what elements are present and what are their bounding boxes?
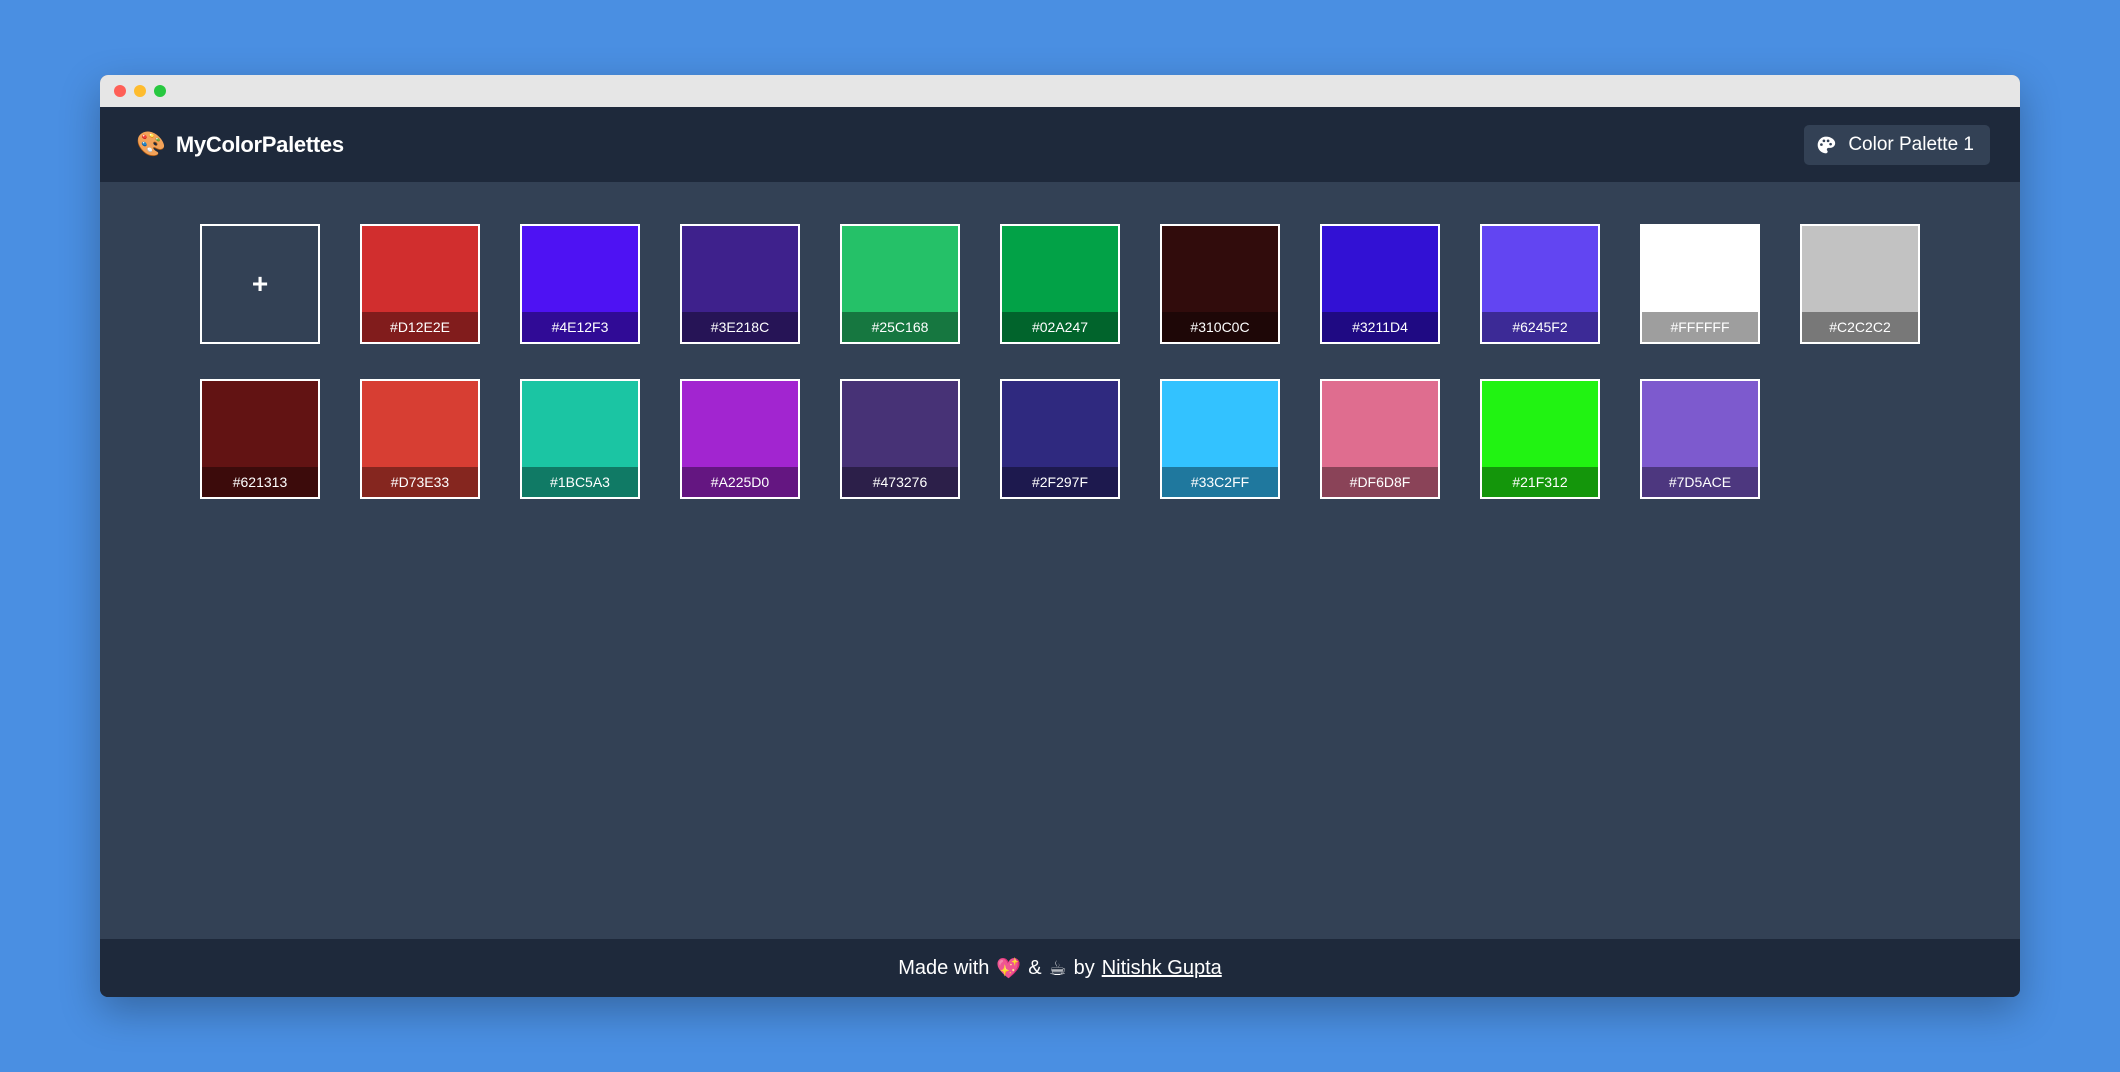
color-hex-label: #DF6D8F bbox=[1322, 467, 1438, 497]
color-hex-label: #473276 bbox=[842, 467, 958, 497]
coffee-icon: ☕ bbox=[1048, 957, 1067, 980]
color-swatch[interactable]: #7D5ACE bbox=[1640, 379, 1760, 499]
color-swatch[interactable]: #1BC5A3 bbox=[520, 379, 640, 499]
close-window-button[interactable] bbox=[114, 85, 126, 97]
palette-selector-label: Color Palette 1 bbox=[1848, 133, 1974, 155]
color-swatch[interactable]: #310C0C bbox=[1160, 224, 1280, 344]
navbar: 🎨 MyColorPalettes Color Palette 1 bbox=[100, 107, 2020, 182]
color-hex-label: #4E12F3 bbox=[522, 312, 638, 342]
color-swatch[interactable]: #D12E2E bbox=[360, 224, 480, 344]
author-link[interactable]: Nitishk Gupta bbox=[1102, 957, 1222, 980]
footer-by-text: by bbox=[1073, 956, 1095, 979]
heart-icon: 💖 bbox=[996, 957, 1022, 980]
color-hex-label: #25C168 bbox=[842, 312, 958, 342]
color-swatch[interactable]: #02A247 bbox=[1000, 224, 1120, 344]
color-hex-label: #7D5ACE bbox=[1642, 467, 1758, 497]
color-hex-label: #310C0C bbox=[1162, 312, 1278, 342]
artist-palette-icon: 🎨 bbox=[136, 130, 166, 158]
color-swatch[interactable]: #A225D0 bbox=[680, 379, 800, 499]
color-swatch[interactable]: #21F312 bbox=[1480, 379, 1600, 499]
color-swatch[interactable]: #4E12F3 bbox=[520, 224, 640, 344]
app-title: MyColorPalettes bbox=[175, 131, 344, 157]
color-hex-label: #02A247 bbox=[1002, 312, 1118, 342]
color-hex-label: #A225D0 bbox=[682, 467, 798, 497]
color-swatch[interactable]: #FFFFFF bbox=[1640, 224, 1760, 344]
color-swatch[interactable]: #6245F2 bbox=[1480, 224, 1600, 344]
color-hex-label: #2F297F bbox=[1002, 467, 1118, 497]
color-swatch[interactable]: #C2C2C2 bbox=[1800, 224, 1920, 344]
color-hex-label: #3211D4 bbox=[1322, 312, 1438, 342]
color-swatch[interactable]: #3E218C bbox=[680, 224, 800, 344]
color-swatch[interactable]: #D73E33 bbox=[360, 379, 480, 499]
footer-ampersand-text: & bbox=[1028, 956, 1042, 979]
browser-window: 🎨 MyColorPalettes Color Palette 1 + #D12… bbox=[100, 75, 2020, 997]
main-content: + #D12E2E #4E12F3 #3E218C #25C168 #02A247 #31… bbox=[100, 182, 2020, 939]
brand-logo[interactable]: 🎨 MyColorPalettes bbox=[136, 132, 344, 158]
color-swatch[interactable]: #473276 bbox=[840, 379, 960, 499]
color-hex-label: #D12E2E bbox=[362, 312, 478, 342]
add-color-button[interactable]: + bbox=[200, 224, 320, 344]
palette-icon bbox=[1817, 136, 1836, 153]
color-hex-label: #33C2FF bbox=[1162, 467, 1278, 497]
color-swatch-grid: + #D12E2E #4E12F3 #3E218C #25C168 #02A247 #31… bbox=[200, 224, 1920, 499]
minimize-window-button[interactable] bbox=[134, 85, 146, 97]
footer-made-with-text: Made with bbox=[898, 956, 990, 979]
color-hex-label: #3E218C bbox=[682, 312, 798, 342]
color-hex-label: #21F312 bbox=[1482, 467, 1598, 497]
color-hex-label: #6245F2 bbox=[1482, 312, 1598, 342]
color-hex-label: #C2C2C2 bbox=[1802, 312, 1918, 342]
footer: Made with 💖 & ☕ by Nitishk Gupta bbox=[100, 939, 2020, 997]
color-swatch[interactable]: #25C168 bbox=[840, 224, 960, 344]
color-hex-label: #FFFFFF bbox=[1642, 312, 1758, 342]
color-swatch[interactable]: #2F297F bbox=[1000, 379, 1120, 499]
color-swatch[interactable]: #DF6D8F bbox=[1320, 379, 1440, 499]
window-titlebar bbox=[100, 75, 2020, 107]
maximize-window-button[interactable] bbox=[154, 85, 166, 97]
color-hex-label: #621313 bbox=[202, 467, 318, 497]
color-swatch[interactable]: #33C2FF bbox=[1160, 379, 1280, 499]
color-swatch[interactable]: #621313 bbox=[200, 379, 320, 499]
color-hex-label: #D73E33 bbox=[362, 467, 478, 497]
color-swatch[interactable]: #3211D4 bbox=[1320, 224, 1440, 344]
palette-selector-button[interactable]: Color Palette 1 bbox=[1804, 124, 1990, 165]
color-hex-label: #1BC5A3 bbox=[522, 467, 638, 497]
